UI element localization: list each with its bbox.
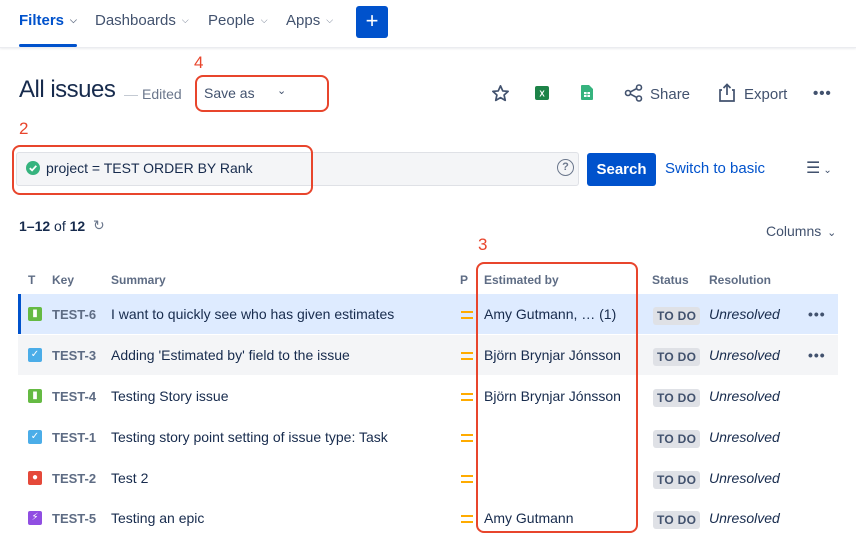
epic-icon: ⚡ bbox=[28, 511, 42, 525]
export-icon[interactable] bbox=[719, 83, 735, 102]
status-badge[interactable]: TO DO bbox=[653, 348, 701, 366]
star-icon[interactable] bbox=[491, 84, 510, 103]
story-icon: ▮ bbox=[28, 389, 42, 403]
task-icon: ✓ bbox=[28, 430, 42, 444]
annotation-highlight-save-as bbox=[195, 75, 329, 112]
nav-filters-label: Filters bbox=[19, 12, 65, 29]
column-header-priority[interactable]: P bbox=[460, 273, 468, 287]
row-more-icon[interactable]: ••• bbox=[808, 347, 826, 363]
bug-icon: ● bbox=[28, 471, 42, 485]
chevron-down-icon: ⌵ bbox=[326, 15, 334, 25]
view-menu-icon[interactable]: ☰ ⌄ bbox=[806, 158, 832, 178]
edited-indicator: — Edited bbox=[124, 86, 182, 102]
annotation-number: 3 bbox=[478, 235, 488, 254]
resolution-value: Unresolved bbox=[709, 388, 780, 404]
priority-medium-icon bbox=[461, 475, 473, 483]
results-count: 1–12 of 12 bbox=[19, 218, 85, 234]
chevron-down-icon: ⌵ bbox=[181, 15, 189, 25]
share-icon[interactable] bbox=[624, 84, 644, 102]
issue-key[interactable]: TEST-6 bbox=[52, 307, 96, 322]
priority-medium-icon bbox=[461, 393, 473, 401]
priority-medium-icon bbox=[461, 434, 473, 442]
status-badge[interactable]: TO DO bbox=[653, 471, 701, 489]
svg-text:X: X bbox=[539, 90, 545, 99]
page-title: All issues bbox=[19, 76, 116, 103]
issue-summary[interactable]: Testing Story issue bbox=[111, 388, 229, 404]
issue-key[interactable]: TEST-2 bbox=[52, 471, 96, 486]
priority-medium-icon bbox=[461, 352, 473, 360]
story-icon: ▮ bbox=[28, 307, 42, 321]
columns-button[interactable]: Columns ⌄ bbox=[766, 223, 836, 239]
nav-dashboards[interactable]: Dashboards ⌵ bbox=[95, 12, 189, 29]
issue-summary[interactable]: Adding 'Estimated by' field to the issue bbox=[111, 347, 350, 363]
status-badge[interactable]: TO DO bbox=[653, 389, 701, 407]
nav-people[interactable]: People ⌵ bbox=[208, 12, 268, 29]
annotation-number: 2 bbox=[19, 119, 29, 138]
nav-filters[interactable]: Filters ⌵ bbox=[19, 12, 77, 29]
edited-label: Edited bbox=[142, 86, 182, 102]
issue-summary[interactable]: I want to quickly see who has given esti… bbox=[111, 306, 394, 322]
task-icon: ✓ bbox=[28, 348, 42, 362]
google-sheets-icon[interactable] bbox=[581, 85, 593, 100]
more-actions-icon[interactable]: ••• bbox=[813, 85, 832, 102]
export-button[interactable]: Export bbox=[744, 86, 787, 103]
search-button[interactable]: Search bbox=[587, 153, 656, 186]
annotation-highlight-estimated-by bbox=[476, 262, 638, 533]
resolution-value: Unresolved bbox=[709, 429, 780, 445]
resolution-value: Unresolved bbox=[709, 306, 780, 322]
nav-dashboards-label: Dashboards bbox=[95, 12, 176, 29]
share-button[interactable]: Share bbox=[650, 86, 690, 103]
resolution-value: Unresolved bbox=[709, 470, 780, 486]
priority-medium-icon bbox=[461, 311, 473, 319]
resolution-value: Unresolved bbox=[709, 510, 780, 526]
issue-summary[interactable]: Testing an epic bbox=[111, 510, 204, 526]
issue-key[interactable]: TEST-5 bbox=[52, 511, 96, 526]
nav-apps[interactable]: Apps ⌵ bbox=[286, 12, 333, 29]
refresh-icon[interactable]: ↻ bbox=[93, 217, 105, 234]
row-more-icon[interactable]: ••• bbox=[808, 306, 826, 322]
issue-key[interactable]: TEST-1 bbox=[52, 430, 96, 445]
issue-summary[interactable]: Testing story point setting of issue typ… bbox=[111, 429, 388, 445]
results-of: of bbox=[54, 218, 66, 234]
annotation-number: 4 bbox=[194, 53, 204, 72]
chevron-down-icon: ⌵ bbox=[70, 15, 77, 25]
column-header-status[interactable]: Status bbox=[652, 273, 689, 287]
switch-to-basic-link[interactable]: Switch to basic bbox=[665, 160, 765, 177]
chevron-down-icon: ⌵ bbox=[260, 15, 268, 25]
row-selected-indicator bbox=[18, 294, 21, 334]
column-header-resolution[interactable]: Resolution bbox=[709, 273, 771, 287]
priority-medium-icon bbox=[461, 515, 473, 523]
column-header-type[interactable]: T bbox=[28, 273, 35, 287]
create-button[interactable]: + bbox=[356, 6, 388, 38]
issue-key[interactable]: TEST-3 bbox=[52, 348, 96, 363]
annotation-highlight-jql bbox=[12, 145, 313, 195]
status-badge[interactable]: TO DO bbox=[653, 511, 701, 529]
column-header-summary[interactable]: Summary bbox=[111, 273, 166, 287]
nav-people-label: People bbox=[208, 12, 255, 29]
results-total: 12 bbox=[69, 218, 86, 234]
columns-label: Columns bbox=[766, 223, 822, 239]
issue-summary[interactable]: Test 2 bbox=[111, 470, 148, 486]
status-badge[interactable]: TO DO bbox=[653, 430, 701, 448]
top-navigation: Filters ⌵ Dashboards ⌵ People ⌵ Apps ⌵ + bbox=[0, 0, 856, 48]
nav-apps-label: Apps bbox=[286, 12, 321, 29]
status-badge[interactable]: TO DO bbox=[653, 307, 701, 325]
column-header-key[interactable]: Key bbox=[52, 273, 74, 287]
excel-icon[interactable]: X bbox=[535, 86, 549, 100]
help-icon[interactable]: ? bbox=[557, 159, 574, 176]
chevron-down-icon: ⌄ bbox=[827, 227, 837, 239]
issue-key[interactable]: TEST-4 bbox=[52, 389, 96, 404]
nav-active-indicator bbox=[19, 44, 77, 47]
resolution-value: Unresolved bbox=[709, 347, 780, 363]
results-range: 1–12 bbox=[19, 218, 51, 234]
